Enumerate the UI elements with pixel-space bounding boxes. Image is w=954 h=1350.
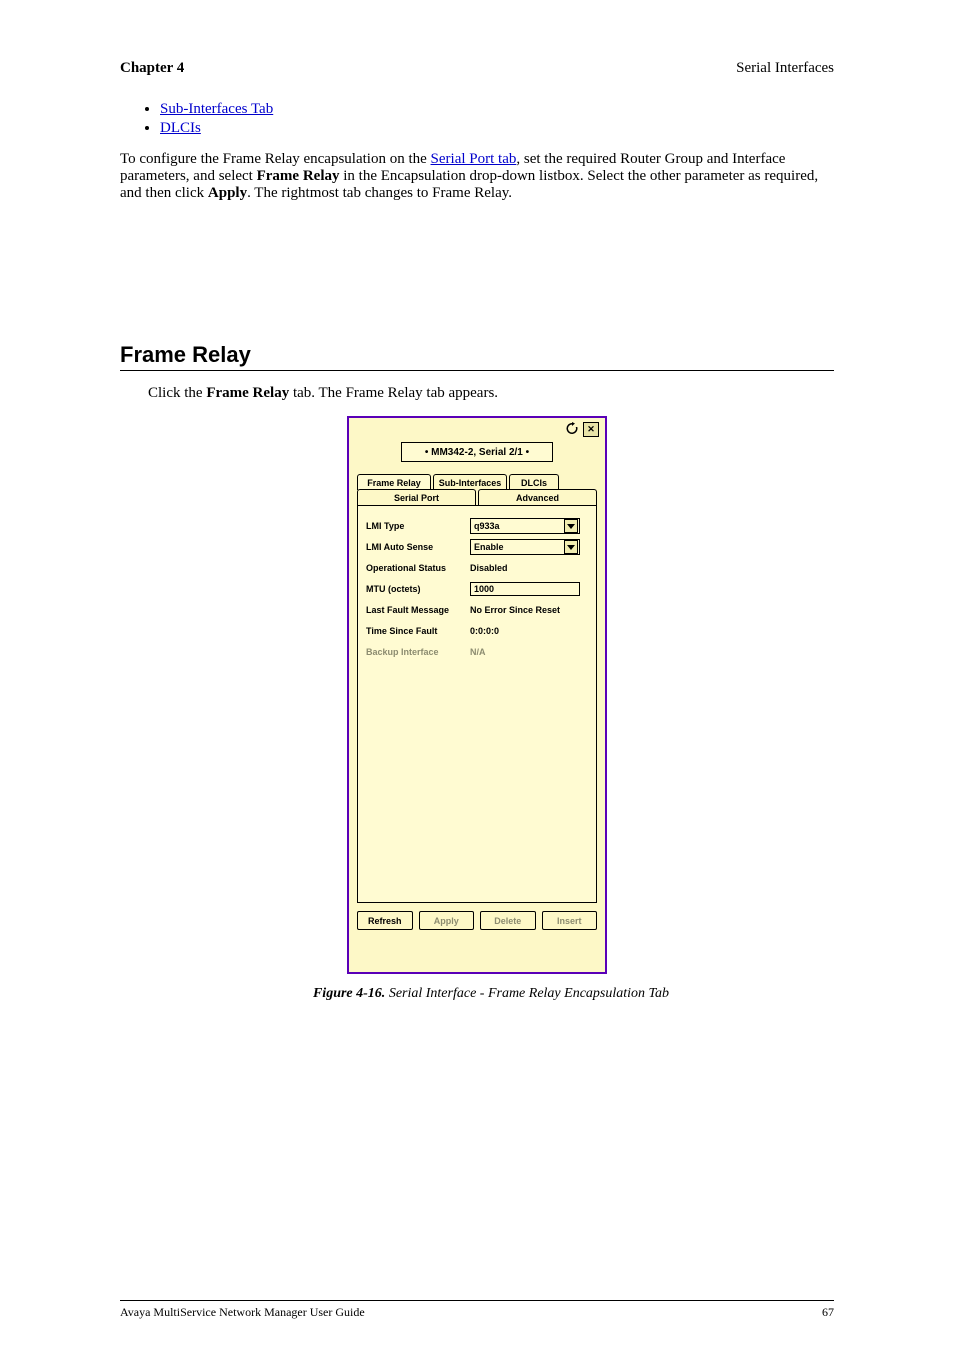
lmi-type-label: LMI Type bbox=[366, 521, 470, 531]
delete-button[interactable]: Delete bbox=[480, 911, 536, 930]
operational-status-label: Operational Status bbox=[366, 563, 470, 573]
link-dlcis[interactable]: DLCIs bbox=[160, 120, 201, 136]
tab-dlcis[interactable]: DLCIs bbox=[509, 474, 559, 490]
backup-interface-value: N/A bbox=[470, 647, 486, 657]
time-since-fault-value: 0:0:0:0 bbox=[470, 626, 499, 636]
lmi-type-value: q933a bbox=[474, 521, 500, 531]
section-heading-frame-relay: Frame Relay bbox=[120, 342, 834, 368]
body-paragraph-1: To configure the Frame Relay encapsulati… bbox=[120, 151, 834, 202]
footer-page-number: 67 bbox=[822, 1305, 834, 1320]
tab-serial-port[interactable]: Serial Port bbox=[357, 489, 476, 505]
list-item: Sub-Interfaces Tab bbox=[160, 101, 834, 118]
footer-doc-title: Avaya MultiService Network Manager User … bbox=[120, 1305, 365, 1320]
insert-button[interactable]: Insert bbox=[542, 911, 598, 930]
dialog-button-bar: Refresh Apply Delete Insert bbox=[349, 903, 605, 930]
lmi-auto-sense-label: LMI Auto Sense bbox=[366, 542, 470, 552]
link-sub-interfaces[interactable]: Sub-Interfaces Tab bbox=[160, 101, 273, 117]
frame-relay-dialog: • MM342-2, Serial 2/1 • Frame Relay Sub-… bbox=[347, 416, 607, 974]
lmi-type-select[interactable]: q933a bbox=[470, 518, 580, 534]
last-fault-value: No Error Since Reset bbox=[470, 605, 560, 615]
tab-frame-relay[interactable]: Frame Relay bbox=[357, 474, 431, 490]
page-header: Chapter 4 Serial Interfaces bbox=[120, 60, 834, 77]
last-fault-label: Last Fault Message bbox=[366, 605, 470, 615]
mtu-label: MTU (octets) bbox=[366, 584, 470, 594]
link-serial-port-tab[interactable]: Serial Port tab bbox=[431, 151, 517, 167]
chapter-label: Chapter 4 bbox=[120, 60, 184, 77]
lmi-auto-sense-select[interactable]: Enable bbox=[470, 539, 580, 555]
chevron-down-icon bbox=[564, 540, 578, 554]
time-since-fault-label: Time Since Fault bbox=[366, 626, 470, 636]
tab-sub-interfaces[interactable]: Sub-Interfaces bbox=[433, 474, 507, 490]
list-item: DLCIs bbox=[160, 120, 834, 137]
chevron-down-icon bbox=[564, 519, 578, 533]
section-rule bbox=[120, 370, 834, 371]
dialog-titlebar-icons bbox=[565, 422, 599, 437]
operational-status-value: Disabled bbox=[470, 563, 508, 573]
section-title: Serial Interfaces bbox=[736, 60, 834, 77]
apply-button[interactable]: Apply bbox=[419, 911, 475, 930]
page-footer: Avaya MultiService Network Manager User … bbox=[120, 1300, 834, 1320]
bullet-list: Sub-Interfaces Tab DLCIs bbox=[160, 101, 834, 137]
tab-advanced[interactable]: Advanced bbox=[478, 489, 597, 505]
page: Chapter 4 Serial Interfaces Sub-Interfac… bbox=[0, 0, 954, 1350]
refresh-icon[interactable] bbox=[565, 422, 579, 435]
backup-interface-label: Backup Interface bbox=[366, 647, 470, 657]
refresh-button[interactable]: Refresh bbox=[357, 911, 413, 930]
tab-strip: Frame Relay Sub-Interfaces DLCIs Serial … bbox=[357, 474, 597, 505]
body-paragraph-2: Click the Frame Relay tab. The Frame Rel… bbox=[148, 385, 834, 402]
figure-caption: Figure 4-16. Serial Interface - Frame Re… bbox=[148, 986, 834, 1002]
tab-panel: LMI Type q933a LMI Auto Sense Enable Ope… bbox=[357, 505, 597, 903]
mtu-input[interactable] bbox=[470, 582, 580, 596]
lmi-auto-sense-value: Enable bbox=[474, 542, 504, 552]
dialog-title: • MM342-2, Serial 2/1 • bbox=[401, 442, 553, 462]
close-icon[interactable] bbox=[583, 422, 599, 437]
